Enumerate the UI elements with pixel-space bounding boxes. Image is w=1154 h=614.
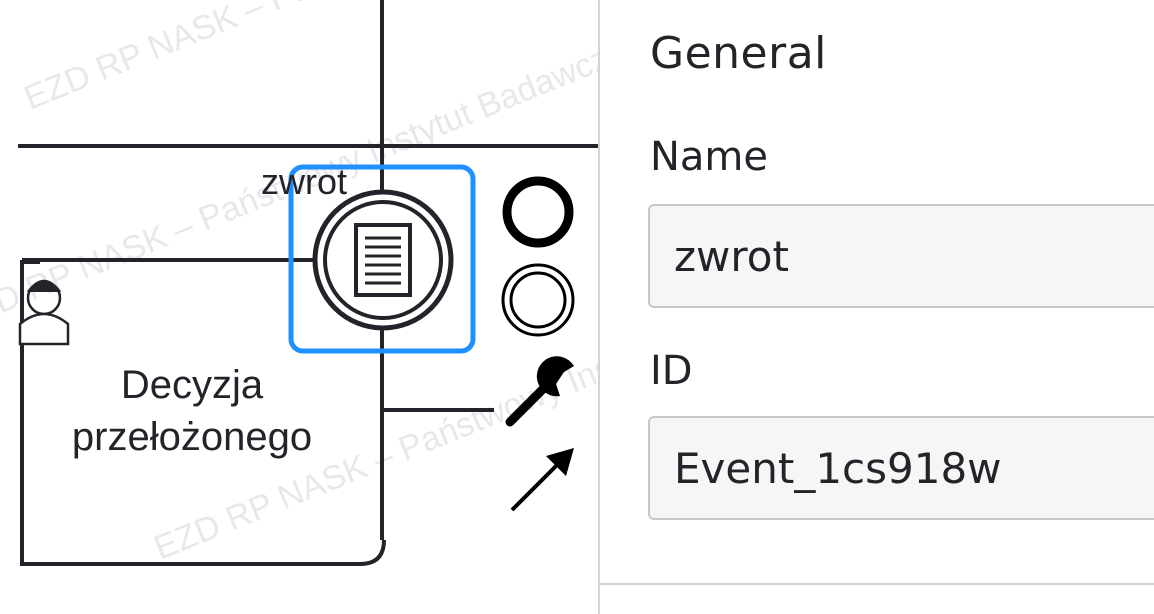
id-input[interactable] — [648, 416, 1154, 520]
intermediate-event-icon — [501, 263, 575, 337]
properties-panel: General Name ID — [598, 0, 1154, 614]
append-end-event-button[interactable] — [502, 176, 574, 248]
bpmn-canvas[interactable]: EZD RP NASK – Państwowy Instytut Badawcz… — [0, 0, 600, 614]
task-label-line2: przełożonego — [72, 415, 312, 459]
intermediate-conditional-event[interactable] — [312, 189, 454, 331]
end-event-icon — [502, 176, 574, 248]
name-input[interactable] — [648, 204, 1154, 308]
append-intermediate-event-button[interactable] — [501, 263, 575, 337]
connect-button[interactable] — [510, 448, 574, 512]
id-label: ID — [650, 348, 693, 394]
name-label: Name — [650, 134, 769, 180]
document-icon — [354, 223, 412, 297]
task-label-line1: Decyzja — [121, 363, 264, 407]
section-title-general[interactable]: General — [650, 28, 827, 79]
event-label: zwrot — [261, 161, 347, 202]
arrow-icon — [510, 448, 574, 512]
context-pad — [501, 176, 575, 512]
panel-divider — [600, 583, 1154, 585]
